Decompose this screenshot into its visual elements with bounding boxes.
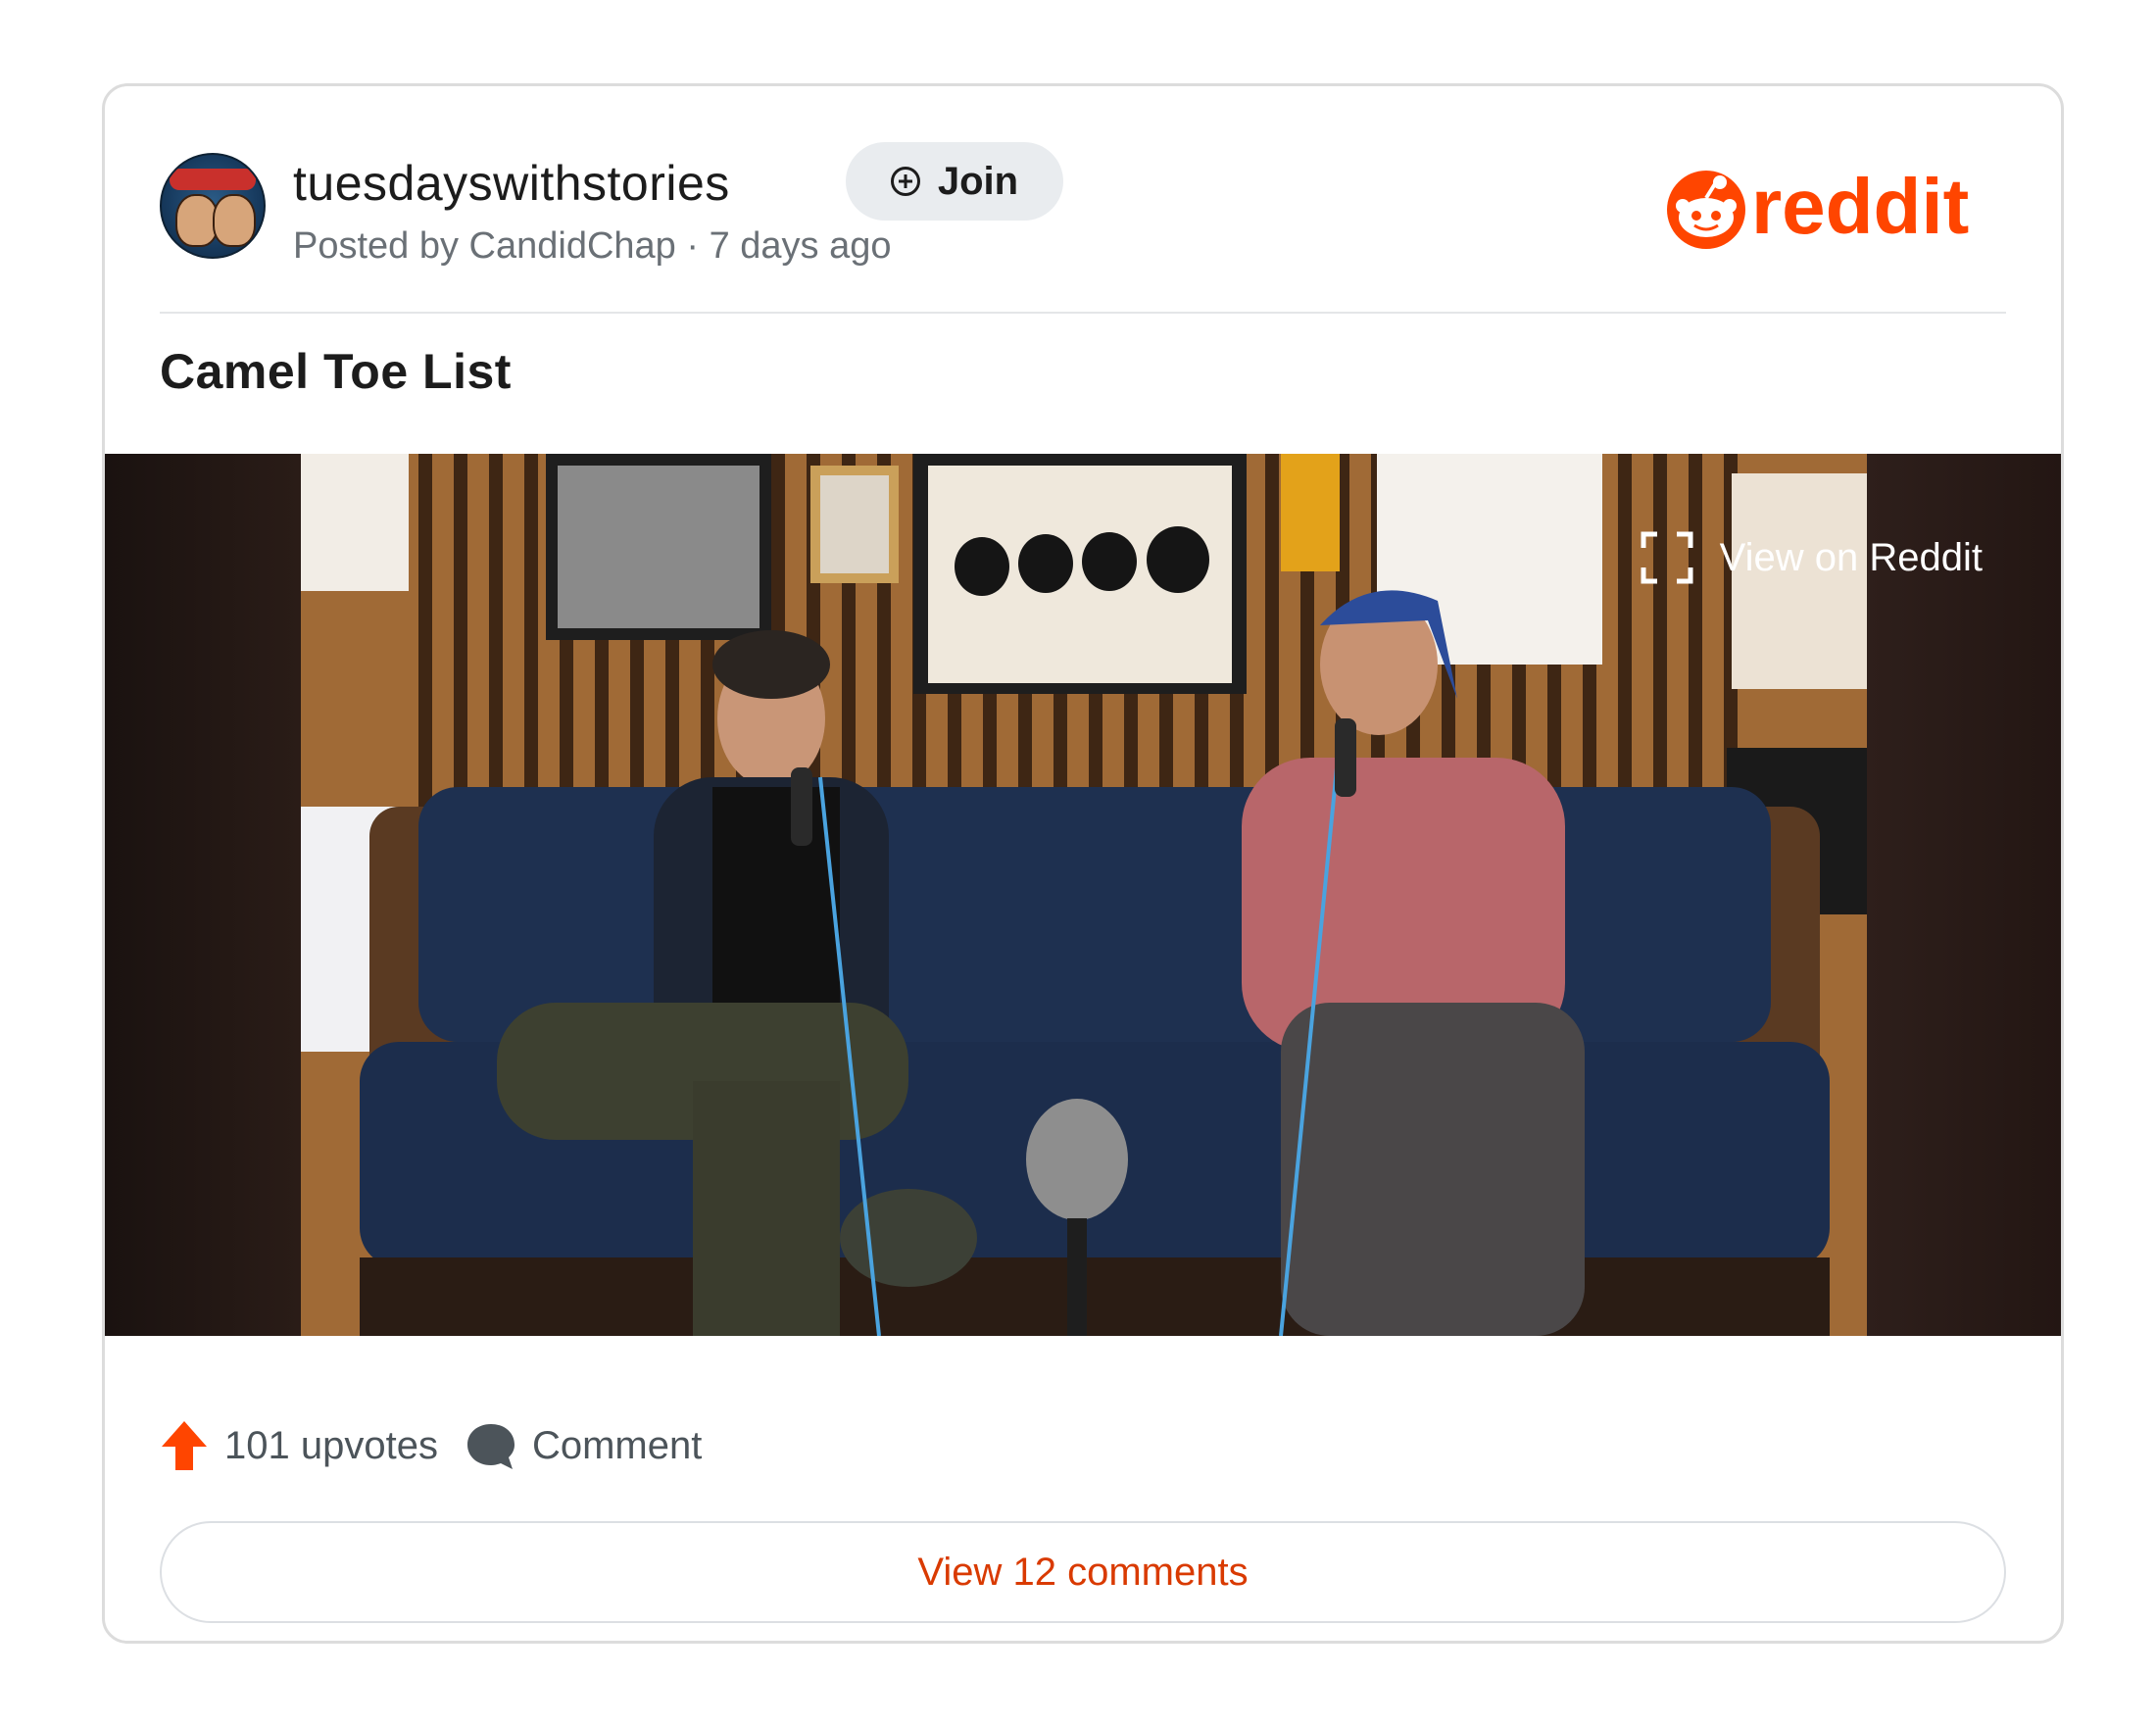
- embedded-post-card: tuesdayswithstories Join Posted by Candi…: [102, 83, 2064, 1644]
- subreddit-name[interactable]: tuesdayswithstories: [293, 155, 730, 212]
- reddit-logo-icon[interactable]: reddit: [1661, 163, 2006, 253]
- post-title[interactable]: Camel Toe List: [160, 343, 512, 400]
- video-thumbnail: [301, 454, 1867, 1336]
- video-letterbox-right: [1867, 454, 2061, 1336]
- header-divider: [160, 312, 2006, 314]
- post-meta: Posted by CandidChap · 7 days ago: [293, 225, 892, 267]
- view-on-reddit-link[interactable]: View on Reddit: [1640, 530, 1983, 585]
- view-on-reddit-label: View on Reddit: [1719, 535, 1983, 579]
- plus-circle-icon: [890, 167, 920, 196]
- comment-bubble-icon[interactable]: [466, 1420, 516, 1471]
- view-comments-button[interactable]: View 12 comments: [160, 1521, 2006, 1623]
- join-button[interactable]: Join: [846, 142, 1063, 221]
- reddit-wordmark: reddit: [1751, 163, 1969, 250]
- comment-label[interactable]: Comment: [532, 1424, 702, 1468]
- upvote-arrow-icon[interactable]: [160, 1419, 209, 1472]
- upvote-count: 101 upvotes: [224, 1423, 438, 1467]
- expand-icon: [1641, 531, 1693, 584]
- subreddit-avatar[interactable]: [160, 153, 266, 259]
- video-letterbox-left: [105, 454, 301, 1336]
- join-label: Join: [937, 159, 1019, 203]
- post-actions: 101 upvotes Comment: [160, 1419, 702, 1472]
- post-header: tuesdayswithstories Join Posted by Candi…: [160, 86, 2006, 312]
- video-player[interactable]: View on Reddit: [105, 454, 2061, 1336]
